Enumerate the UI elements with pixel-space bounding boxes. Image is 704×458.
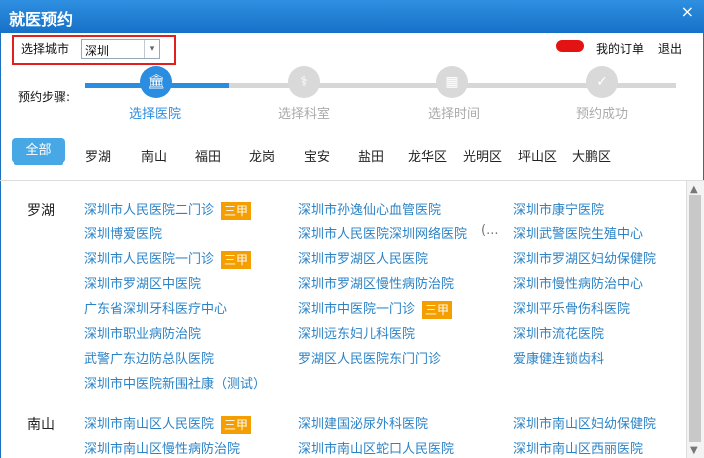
hospital-link[interactable]: 深圳远东妇儿科医院 <box>298 323 415 342</box>
hospital-link[interactable]: 深圳市康宁医院 <box>513 199 604 218</box>
logout-link[interactable]: 退出 <box>658 40 682 57</box>
rank-badge: 三甲 <box>221 250 252 269</box>
district-longgang[interactable]: 龙岗 <box>249 146 275 165</box>
close-icon[interactable]: × <box>681 2 694 21</box>
hospital-link[interactable]: 深圳市人民医院一门诊 三甲 <box>84 248 252 269</box>
hospital-link[interactable]: 深圳市罗湖区慢性病防治院 <box>298 273 454 292</box>
rank-badge: 三甲 <box>221 415 252 434</box>
rank-badge: 三甲 <box>422 300 453 319</box>
hospital-link[interactable]: 深圳平乐骨伤科医院 <box>513 298 630 317</box>
district-all[interactable]: 全部 <box>12 138 65 163</box>
hospital-link[interactable]: 深圳武警医院生殖中心 <box>513 223 643 242</box>
more-indicator: (... <box>481 223 499 238</box>
hospital-link[interactable]: 深圳市南山区西丽医院 <box>513 438 643 457</box>
city-label: 选择城市 <box>21 42 70 56</box>
steps-label: 预约步骤: <box>18 90 71 104</box>
hospital-icon: 🏛 <box>140 66 172 98</box>
hospital-name[interactable]: 深圳市南山区人民医院 <box>84 417 214 432</box>
scroll-thumb[interactable] <box>689 195 701 442</box>
hospital-link[interactable]: 深圳博爱医院 <box>84 223 162 242</box>
hospital-link[interactable]: 深圳市南山区妇幼保健院 <box>513 413 656 432</box>
hospital-link[interactable]: 深圳市南山区慢性病防治院 <box>84 438 240 457</box>
hospital-link[interactable]: 深圳建国泌尿外科医院 <box>298 413 428 432</box>
hospital-link[interactable]: 深圳市人民医院深圳网络医院 <box>298 223 467 242</box>
district-nanshan[interactable]: 南山 <box>141 146 167 165</box>
content-divider <box>0 180 704 181</box>
hospital-link[interactable]: 武警广东边防总队医院 <box>84 348 214 367</box>
hospital-link[interactable]: 深圳市人民医院二门诊 三甲 <box>84 199 252 220</box>
chevron-up-icon[interactable]: ▲ <box>690 184 698 195</box>
hospital-link[interactable]: 深圳市南山区蛇口人民医院 <box>298 438 454 457</box>
window-title: 就医预约 <box>9 10 74 29</box>
hospital-link[interactable]: 深圳市慢性病防治中心 <box>513 273 643 292</box>
step-select-hospital: 选择医院 <box>129 107 182 122</box>
hospital-name[interactable]: 深圳市人民医院一门诊 <box>84 252 214 267</box>
region-luohu: 罗湖 <box>27 203 55 219</box>
district-filter-bar: 全部 罗湖 南山 福田 龙岗 宝安 盐田 龙华区 光明区 坪山区 大鹏区 <box>0 132 704 176</box>
hospital-name[interactable]: 深圳市人民医院二门诊 <box>84 203 214 218</box>
hospital-link[interactable]: 深圳市孙逸仙心血管医院 <box>298 199 441 218</box>
hospital-name[interactable]: 深圳市中医院一门诊 <box>298 302 415 317</box>
district-luohu[interactable]: 罗湖 <box>85 146 111 165</box>
step-select-department: 选择科室 <box>278 107 331 122</box>
district-pingshan[interactable]: 坪山区 <box>518 146 557 165</box>
district-baoan[interactable]: 宝安 <box>304 146 330 165</box>
title-bar: 就医预约 × <box>0 0 704 33</box>
district-futian[interactable]: 福田 <box>195 146 221 165</box>
success-icon: ✓ <box>586 66 618 98</box>
vertical-scrollbar[interactable]: ▲ ▼ <box>686 181 704 458</box>
stethoscope-icon: ⚕ <box>288 66 320 98</box>
hospital-link[interactable]: 深圳市中医院一门诊 三甲 <box>298 298 453 319</box>
district-guangming[interactable]: 光明区 <box>463 146 502 165</box>
hospital-link[interactable]: 深圳市职业病防治院 <box>84 323 201 342</box>
calendar-icon: ▦ <box>436 66 468 98</box>
step-success: 预约成功 <box>576 107 629 122</box>
region-nanshan: 南山 <box>27 417 55 433</box>
hospital-link[interactable]: 广东省深圳牙科医疗中心 <box>84 298 227 317</box>
hospital-link[interactable]: 深圳市中医院新围社康（测试） <box>84 373 266 392</box>
hospital-link[interactable]: 深圳市罗湖区妇幼保健院 <box>513 248 656 267</box>
hospital-link[interactable]: 深圳市流花医院 <box>513 323 604 342</box>
step-select-time: 选择时间 <box>428 107 481 122</box>
my-orders-link[interactable]: 我的订单 <box>596 40 644 57</box>
rank-badge: 三甲 <box>221 201 252 220</box>
avatar[interactable] <box>556 40 584 52</box>
district-longhua[interactable]: 龙华区 <box>408 146 447 165</box>
district-yantian[interactable]: 盐田 <box>358 146 384 165</box>
chevron-down-icon[interactable]: ▾ <box>144 40 159 58</box>
city-select[interactable]: 深圳 ▾ <box>81 39 160 59</box>
district-dapeng[interactable]: 大鹏区 <box>572 146 611 165</box>
city-value: 深圳 <box>85 44 110 58</box>
hospital-link[interactable]: 深圳市罗湖区中医院 <box>84 273 201 292</box>
hospital-link[interactable]: 深圳市南山区人民医院 三甲 <box>84 413 252 434</box>
hospital-link[interactable]: 爱康健连锁齿科 <box>513 348 604 367</box>
hospital-link[interactable]: 深圳市罗湖区人民医院 <box>298 248 428 267</box>
chevron-down-icon[interactable]: ▼ <box>690 445 698 456</box>
hospital-link[interactable]: 罗湖区人民医院东门门诊 <box>298 348 441 367</box>
